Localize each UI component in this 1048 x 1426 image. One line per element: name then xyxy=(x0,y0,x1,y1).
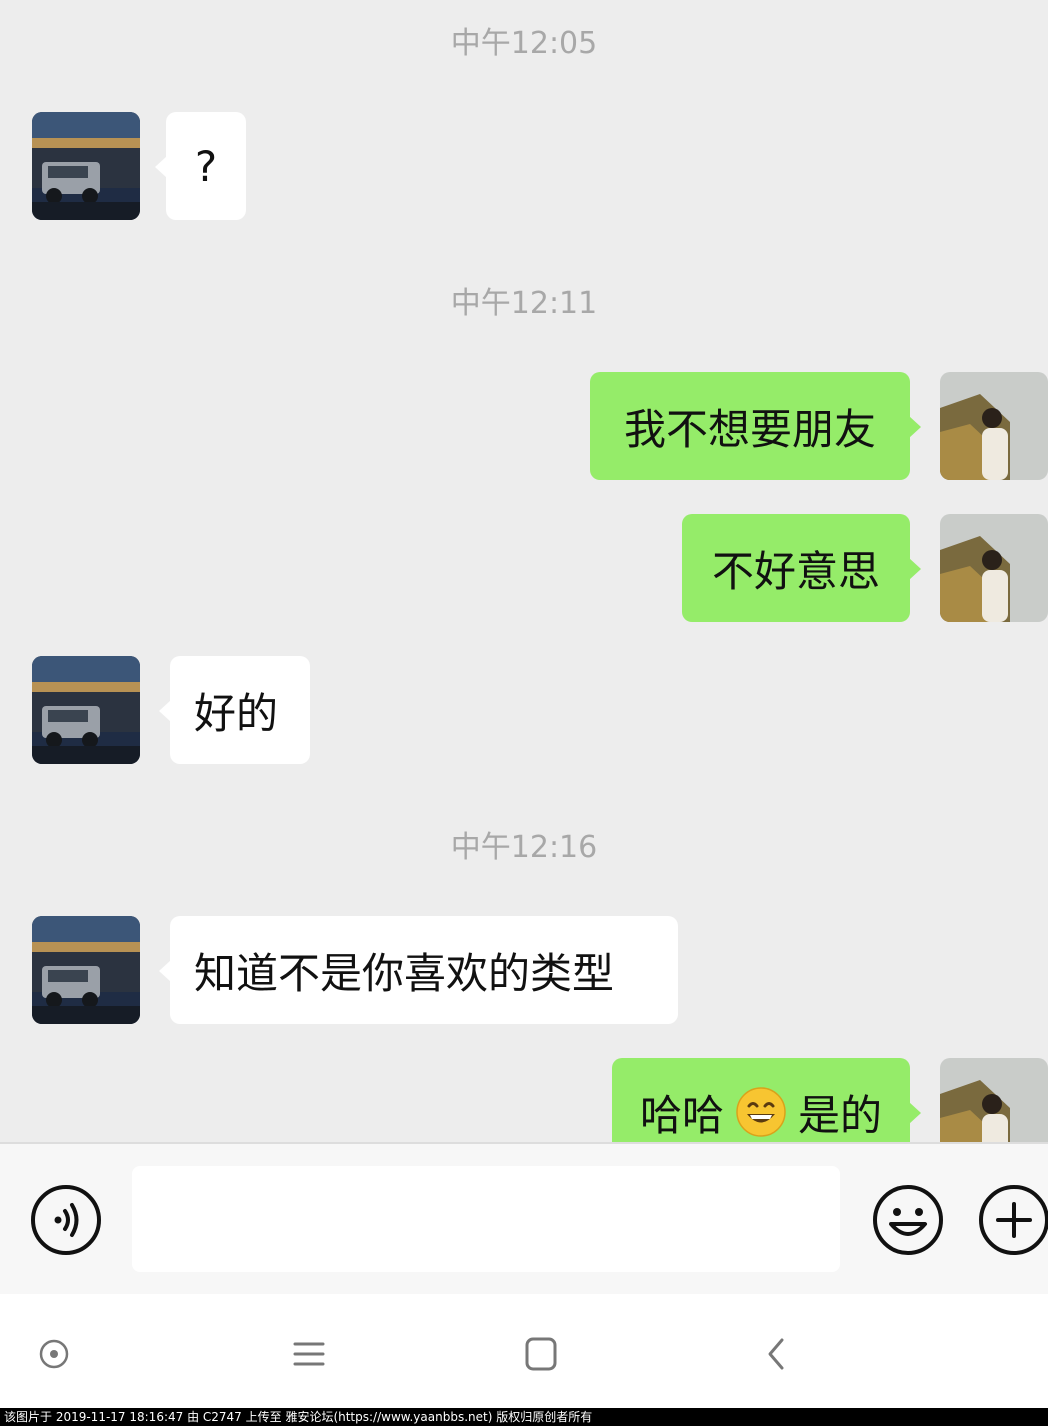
my-avatar[interactable] xyxy=(940,514,1048,622)
system-navigation-bar xyxy=(0,1294,1048,1408)
incoming-message[interactable]: ? xyxy=(155,112,246,220)
my-avatar[interactable] xyxy=(940,372,1048,480)
message-text: 哈哈 xyxy=(639,1090,724,1140)
nav-dot-icon[interactable] xyxy=(38,1338,70,1374)
chat-area[interactable]: 中午12:05 ? 中午12:11 我不想要朋友 不好意思 好的 中午12:16… xyxy=(0,0,1048,1142)
timestamp: 中午12:16 xyxy=(450,830,598,865)
contact-avatar[interactable] xyxy=(32,112,140,220)
my-avatar[interactable] xyxy=(940,1058,1048,1142)
message-input[interactable] xyxy=(132,1166,840,1272)
nav-back-icon[interactable] xyxy=(764,1336,788,1376)
contact-avatar[interactable] xyxy=(32,656,140,764)
nav-home-icon[interactable] xyxy=(524,1336,558,1376)
timestamp: 中午12:11 xyxy=(450,286,598,321)
input-bar xyxy=(0,1142,1048,1294)
incoming-message[interactable]: 好的 xyxy=(159,656,310,764)
outgoing-message[interactable]: 不好意思 xyxy=(682,514,921,622)
timestamp: 中午12:05 xyxy=(450,26,598,61)
voice-icon[interactable] xyxy=(30,1184,102,1260)
watermark-text: 该图片于 2019-11-17 18:16:47 由 C2747 上传至 雅安论… xyxy=(0,1408,1048,1426)
message-text: 是的 xyxy=(798,1090,883,1140)
incoming-message[interactable]: 知道不是你喜欢的类型 xyxy=(159,916,678,1024)
nav-menu-icon[interactable] xyxy=(292,1338,326,1374)
outgoing-message[interactable]: 我不想要朋友 xyxy=(590,372,921,480)
plus-icon[interactable] xyxy=(976,1184,1048,1260)
contact-avatar[interactable] xyxy=(32,916,140,1024)
outgoing-message[interactable]: 哈哈 是的 xyxy=(612,1058,921,1142)
grinning-face-emoji xyxy=(736,1087,786,1137)
emoji-icon[interactable] xyxy=(872,1184,944,1260)
